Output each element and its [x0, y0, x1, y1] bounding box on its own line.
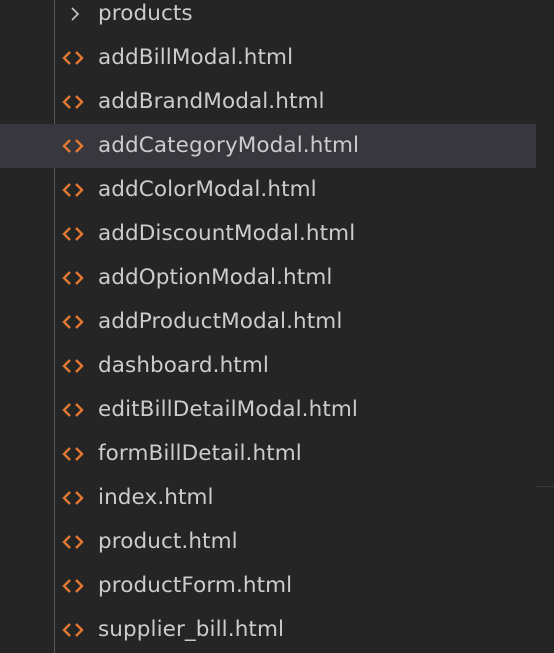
- file-label: formBillDetail.html: [98, 441, 302, 466]
- html-file-icon: [62, 447, 84, 461]
- file-label: dashboard.html: [98, 353, 269, 378]
- file-row[interactable]: editBillDetailModal.html: [0, 388, 536, 432]
- file-row[interactable]: index.html: [0, 476, 536, 520]
- file-row[interactable]: addDiscountModal.html: [0, 212, 536, 256]
- file-label: addProductModal.html: [98, 309, 343, 334]
- file-explorer: products addBillModal.html addBrandModal.…: [0, 0, 554, 653]
- file-label: product.html: [98, 529, 238, 554]
- file-row[interactable]: addProductModal.html: [0, 300, 536, 344]
- html-file-icon: [62, 579, 84, 593]
- file-label: addBrandModal.html: [98, 89, 325, 114]
- file-row[interactable]: dashboard.html: [0, 344, 536, 388]
- folder-label: products: [98, 1, 193, 26]
- file-row[interactable]: addBillModal.html: [0, 36, 536, 80]
- html-file-icon: [62, 623, 84, 637]
- file-label: productForm.html: [98, 573, 293, 598]
- html-file-icon: [62, 403, 84, 417]
- html-file-icon: [62, 51, 84, 65]
- html-file-icon: [62, 315, 84, 329]
- file-row[interactable]: formBillDetail.html: [0, 432, 536, 476]
- html-file-icon: [62, 271, 84, 285]
- folder-row-products[interactable]: products: [0, 0, 536, 36]
- scrollbar-divider: [536, 486, 554, 487]
- file-label: addCategoryModal.html: [98, 133, 360, 158]
- file-row[interactable]: addColorModal.html: [0, 168, 536, 212]
- file-row[interactable]: productForm.html: [0, 564, 536, 608]
- html-file-icon: [62, 183, 84, 197]
- html-file-icon: [62, 535, 84, 549]
- html-file-icon: [62, 227, 84, 241]
- file-label: editBillDetailModal.html: [98, 397, 358, 422]
- file-row[interactable]: addBrandModal.html: [0, 80, 536, 124]
- file-row[interactable]: addOptionModal.html: [0, 256, 536, 300]
- scrollbar-track[interactable]: [536, 0, 554, 653]
- file-label: addColorModal.html: [98, 177, 317, 202]
- file-label: index.html: [98, 485, 214, 510]
- file-label: addOptionModal.html: [98, 265, 333, 290]
- file-row[interactable]: product.html: [0, 520, 536, 564]
- html-file-icon: [62, 359, 84, 373]
- chevron-right-icon[interactable]: [66, 5, 84, 23]
- html-file-icon: [62, 491, 84, 505]
- file-label: addDiscountModal.html: [98, 221, 356, 246]
- file-row[interactable]: supplier_bill.html: [0, 608, 536, 652]
- file-label: supplier_bill.html: [98, 617, 285, 642]
- file-row[interactable]: addCategoryModal.html: [0, 124, 536, 168]
- html-file-icon: [62, 95, 84, 109]
- file-label: addBillModal.html: [98, 45, 294, 70]
- html-file-icon: [62, 139, 84, 153]
